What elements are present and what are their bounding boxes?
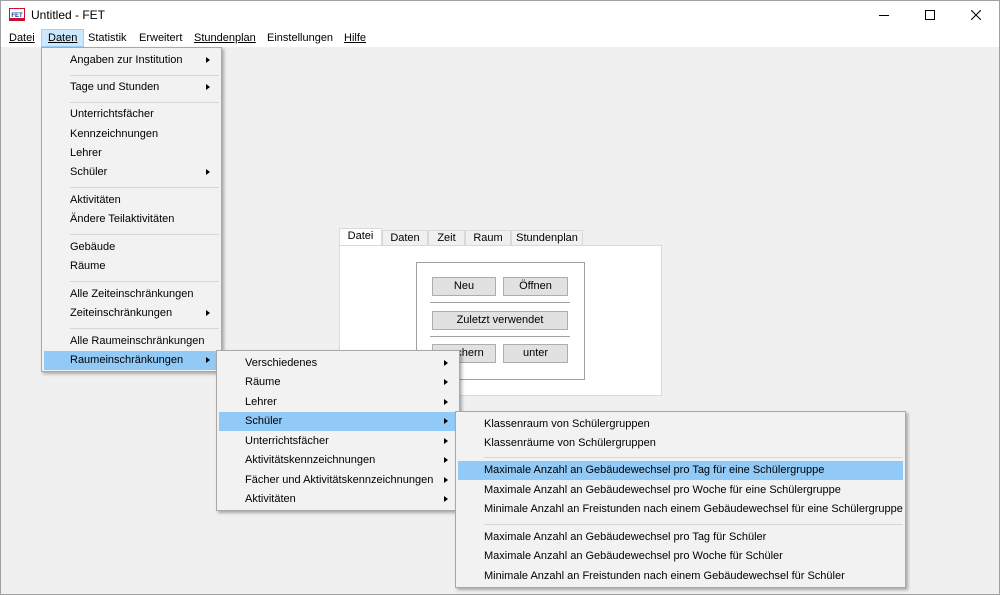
divider <box>430 336 570 337</box>
tab-daten[interactable]: Daten <box>382 230 428 245</box>
menu-stundenplan[interactable]: Stundenplan <box>188 29 262 47</box>
maximize-button[interactable] <box>907 1 953 29</box>
menu-item-kennzeichnungen[interactable]: Kennzeichnungen <box>44 125 219 144</box>
submenu-arrow-icon <box>206 84 210 90</box>
submenu-arrow-icon <box>444 360 448 366</box>
title-bar: FET Untitled - FET <box>1 1 999 29</box>
main-window: FET Untitled - FET Datei Daten Statistik… <box>0 0 1000 595</box>
tab-zeit[interactable]: Zeit <box>428 230 465 245</box>
submenu-arrow-icon <box>444 379 448 385</box>
tab-datei[interactable]: Datei <box>339 228 382 246</box>
menu-item-max-gebaeudewechsel-woche-schuelergruppe[interactable]: Maximale Anzahl an Gebäudewechsel pro Wo… <box>458 481 903 500</box>
menu-item-raeume[interactable]: Räume <box>219 373 457 392</box>
menu-statistik[interactable]: Statistik <box>82 29 133 47</box>
speichern-unter-button[interactable]: unter <box>503 344 568 363</box>
menu-separator <box>70 281 219 282</box>
submenu-arrow-icon <box>206 357 210 363</box>
submenu-arrow-icon <box>206 169 210 175</box>
menu-daten[interactable]: Daten <box>41 29 85 47</box>
submenu-arrow-icon <box>444 399 448 405</box>
submenu-arrow-icon <box>444 418 448 424</box>
daten-menu: Angaben zur Institution Tage und Stunden… <box>41 47 222 372</box>
submenu-arrow-icon <box>206 310 210 316</box>
menu-item-zeiteinschraenkungen[interactable]: Zeiteinschränkungen <box>44 304 219 323</box>
tab-stundenplan[interactable]: Stundenplan <box>511 230 583 245</box>
menu-separator <box>70 75 219 76</box>
menu-item-raeume[interactable]: Räume <box>44 257 219 276</box>
menu-item-verschiedenes[interactable]: Verschiedenes <box>219 354 457 373</box>
oeffnen-button[interactable]: Öffnen <box>503 277 568 296</box>
menu-item-max-gebaeudewechsel-tag-schuelergruppe[interactable]: Maximale Anzahl an Gebäudewechsel pro Ta… <box>458 461 903 480</box>
tab-raum[interactable]: Raum <box>465 230 511 245</box>
submenu-arrow-icon <box>444 496 448 502</box>
menu-item-aktivitaetskennzeichnungen[interactable]: Aktivitätskennzeichnungen <box>219 451 457 470</box>
menu-item-tage-und-stunden[interactable]: Tage und Stunden <box>44 78 219 97</box>
menu-item-lehrer[interactable]: Lehrer <box>44 144 219 163</box>
submenu-arrow-icon <box>444 457 448 463</box>
raumeinschraenkungen-submenu: Verschiedenes Räume Lehrer Schüler Unter… <box>216 350 460 511</box>
menu-erweitert[interactable]: Erweitert <box>133 29 188 47</box>
zuletzt-verwendet-button[interactable]: Zuletzt verwendet <box>432 311 568 330</box>
menu-separator <box>70 234 219 235</box>
menu-item-unterrichtsfaecher[interactable]: Unterrichtsfächer <box>219 432 457 451</box>
menu-bar: Datei Daten Statistik Erweitert Stundenp… <box>1 29 999 47</box>
menu-item-gebaeude[interactable]: Gebäude <box>44 238 219 257</box>
submenu-arrow-icon <box>444 477 448 483</box>
menu-hilfe[interactable]: Hilfe <box>338 29 372 47</box>
menu-item-angaben-zur-institution[interactable]: Angaben zur Institution <box>44 51 219 70</box>
menu-item-alle-zeiteinschraenkungen[interactable]: Alle Zeiteinschränkungen <box>44 285 219 304</box>
menu-datei[interactable]: Datei <box>3 29 41 47</box>
menu-separator <box>484 524 903 525</box>
menu-einstellungen[interactable]: Einstellungen <box>261 29 339 47</box>
menu-separator <box>70 328 219 329</box>
maximize-icon <box>925 10 935 20</box>
close-button[interactable] <box>953 1 999 29</box>
schueler-submenu: Klassenraum von Schülergruppen Klassenrä… <box>455 411 906 588</box>
menu-item-max-gebaeudewechsel-tag-schueler[interactable]: Maximale Anzahl an Gebäudewechsel pro Ta… <box>458 528 903 547</box>
menu-separator <box>484 457 903 458</box>
menu-item-aktivitaeten[interactable]: Aktivitäten <box>44 191 219 210</box>
menu-item-max-gebaeudewechsel-woche-schueler[interactable]: Maximale Anzahl an Gebäudewechsel pro Wo… <box>458 547 903 566</box>
minimize-button[interactable] <box>861 1 907 29</box>
close-icon <box>971 10 981 20</box>
menu-item-min-freistunden-schuelergruppe[interactable]: Minimale Anzahl an Freistunden nach eine… <box>458 500 903 519</box>
menu-item-min-freistunden-schueler[interactable]: Minimale Anzahl an Freistunden nach eine… <box>458 567 903 586</box>
menu-separator <box>70 187 219 188</box>
menu-separator <box>70 102 219 103</box>
divider <box>430 302 570 303</box>
menu-item-lehrer[interactable]: Lehrer <box>219 393 457 412</box>
window-title: Untitled - FET <box>31 8 106 22</box>
neu-button[interactable]: Neu <box>432 277 496 296</box>
menu-item-schueler[interactable]: Schüler <box>44 163 219 182</box>
menu-item-klassenraeume-von-schuelergruppen[interactable]: Klassenräume von Schülergruppen <box>458 434 903 453</box>
menu-item-raumeinschraenkungen[interactable]: Raumeinschränkungen <box>44 351 219 370</box>
submenu-arrow-icon <box>444 438 448 444</box>
fet-logo-icon: FET <box>9 8 25 21</box>
menu-item-klassenraum-von-schuelergruppen[interactable]: Klassenraum von Schülergruppen <box>458 415 903 434</box>
submenu-arrow-icon <box>206 57 210 63</box>
menu-item-unterrichtsfaecher[interactable]: Unterrichtsfächer <box>44 105 219 124</box>
menu-item-schueler[interactable]: Schüler <box>219 412 457 431</box>
menu-item-faecher-und-aktivitaetskennzeichnungen[interactable]: Fächer und Aktivitätskennzeichnungen <box>219 471 457 490</box>
menu-item-alle-raumeinschraenkungen[interactable]: Alle Raumeinschränkungen <box>44 332 219 351</box>
menu-item-aendere-teilaktivitaeten[interactable]: Ändere Teilaktivitäten <box>44 210 219 229</box>
menu-item-aktivitaeten[interactable]: Aktivitäten <box>219 490 457 509</box>
minimize-icon <box>879 15 889 16</box>
